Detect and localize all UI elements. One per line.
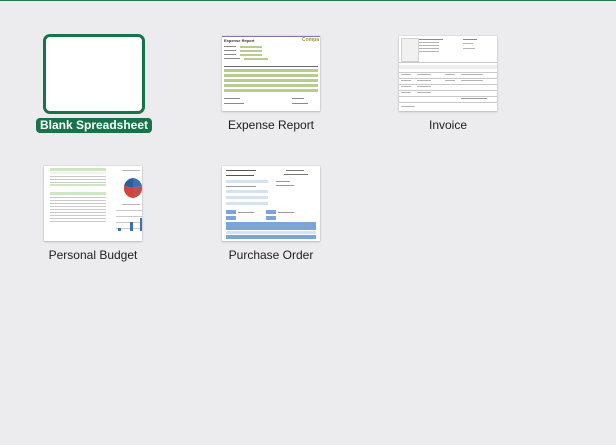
blank-spreadsheet-label: Blank Spreadsheet [35,118,153,133]
invoice-thumbnail[interactable] [399,36,497,111]
blank-spreadsheet-thumbnail[interactable] [43,34,145,114]
template-invoice[interactable]: Invoice [393,34,543,144]
template-chooser: Blank Spreadsheet Expense Report Compa E… [0,0,616,445]
template-expense-report[interactable]: Expense Report Compa Expense Report [216,34,366,144]
expense-report-thumbnail[interactable]: Expense Report Compa [222,36,320,111]
personal-budget-label: Personal Budget [48,248,138,262]
template-purchase-order[interactable]: Purchase Order [216,164,366,274]
thumb-title: Expense Report [224,38,255,43]
expense-report-label: Expense Report [227,118,315,132]
template-personal-budget[interactable]: Personal Budget [38,164,188,274]
top-divider [0,0,616,1]
purchase-order-thumbnail[interactable] [222,166,320,241]
purchase-order-label: Purchase Order [228,248,314,262]
thumb-company: Compa [302,37,319,43]
personal-budget-thumbnail[interactable] [44,166,142,241]
template-blank-spreadsheet[interactable]: Blank Spreadsheet [35,34,187,144]
pie-chart-icon [124,178,142,198]
template-label: Blank Spreadsheet [32,118,156,133]
invoice-label: Invoice [428,118,468,132]
